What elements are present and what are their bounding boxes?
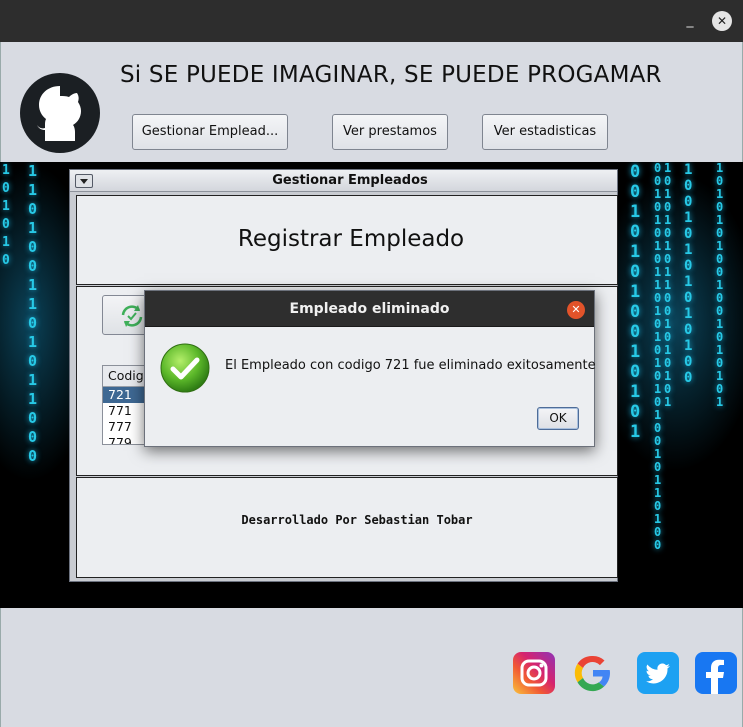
- window-close-button[interactable]: ✕: [712, 11, 732, 31]
- ok-button[interactable]: OK: [537, 407, 579, 430]
- view-loans-button[interactable]: Ver prestamos: [332, 114, 448, 150]
- social-bar: [0, 608, 743, 727]
- github-logo-icon: [20, 73, 100, 153]
- refresh-icon: [121, 305, 143, 327]
- internal-frame-title-bar: Gestionar Empleados: [70, 170, 617, 192]
- register-heading: Registrar Empleado: [237, 226, 465, 252]
- developer-credit: Desarrollado Por Sebastian Tobar: [241, 513, 473, 527]
- dialog-title-bar: Empleado eliminado ✕: [145, 291, 594, 327]
- twitter-icon[interactable]: [637, 652, 679, 694]
- instagram-icon[interactable]: [513, 652, 555, 694]
- dialog-message: El Empleado con codigo 721 fue eliminado…: [225, 358, 596, 373]
- google-icon[interactable]: [572, 652, 614, 694]
- window-title-bar: _ ✕: [0, 0, 743, 42]
- heading-panel: Registrar Empleado: [76, 195, 618, 285]
- success-check-icon: [160, 343, 210, 393]
- dialog-title: Empleado eliminado: [289, 301, 450, 317]
- facebook-icon[interactable]: [695, 652, 737, 694]
- app-slogan: Si SE PUEDE IMAGINAR, SE PUEDE PROGAMAR: [120, 62, 662, 88]
- footer-panel: Desarrollado Por Sebastian Tobar: [76, 477, 618, 578]
- dialog-close-button[interactable]: ✕: [567, 301, 585, 319]
- manage-employees-button[interactable]: Gestionar Emplead...: [132, 114, 288, 150]
- app-header: Si SE PUEDE IMAGINAR, SE PUEDE PROGAMAR …: [0, 42, 743, 162]
- employee-deleted-dialog: Empleado eliminado ✕ El Empleado con cod…: [144, 290, 596, 447]
- internal-frame-title: Gestionar Empleados: [272, 173, 428, 188]
- minimize-button[interactable]: _: [683, 12, 697, 28]
- view-stats-button[interactable]: Ver estadisticas: [482, 114, 608, 150]
